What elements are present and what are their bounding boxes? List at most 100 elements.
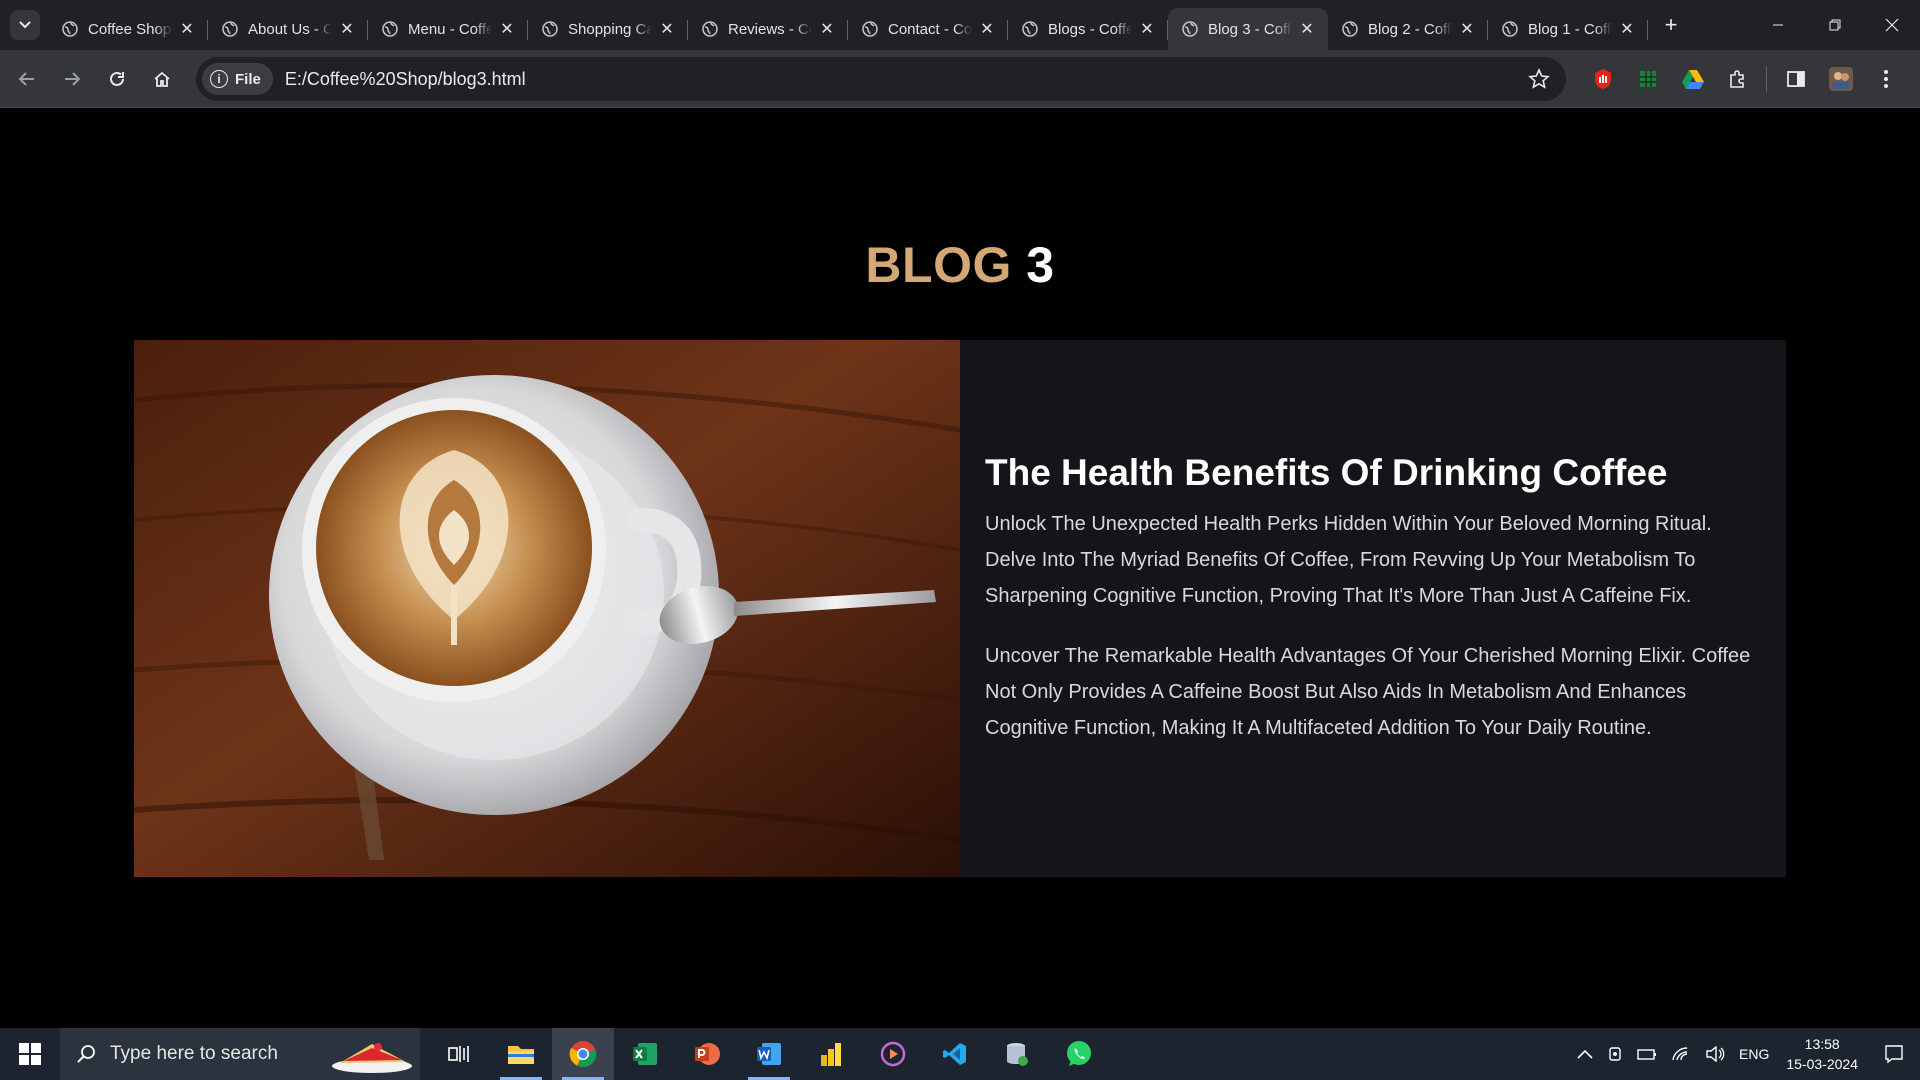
globe-icon: [382, 21, 398, 37]
sheets-extension[interactable]: [1625, 50, 1670, 108]
tab-coffee-shop[interactable]: Coffee Shop ✕: [48, 8, 208, 50]
database-app-button[interactable]: [986, 1028, 1048, 1080]
tab-shopping[interactable]: Shopping Cart ✕: [528, 8, 688, 50]
globe-icon: [1342, 21, 1358, 37]
tab-title: Blog 2 - Coffee Shop: [1368, 20, 1452, 38]
folder-icon: [508, 1046, 534, 1064]
toolbar-divider: [1766, 66, 1767, 92]
url-text[interactable]: E:/Coffee%20Shop/blog3.html: [285, 69, 526, 90]
tab-title: Coffee Shop: [88, 20, 172, 38]
tab-title: Menu - Coffee Shop: [408, 20, 492, 38]
volume-button[interactable]: [1698, 1028, 1732, 1080]
close-icon[interactable]: ✕: [178, 19, 196, 39]
tab-reviews[interactable]: Reviews - Coffee Shop ✕: [688, 8, 848, 50]
more-vertical-icon: [1883, 70, 1888, 88]
tab-about-us[interactable]: About Us - Coffee Shop ✕: [208, 8, 368, 50]
globe-icon: [1502, 21, 1518, 37]
battery-icon: [1637, 1049, 1657, 1060]
extensions-button[interactable]: [1715, 50, 1760, 108]
close-icon[interactable]: ✕: [1618, 19, 1636, 39]
clock[interactable]: 13:58 15-03-2024: [1776, 1034, 1868, 1074]
globe-icon: [1022, 21, 1038, 37]
powerpoint-button[interactable]: [676, 1028, 738, 1080]
forward-button[interactable]: [54, 61, 90, 97]
close-icon[interactable]: ✕: [818, 19, 836, 39]
close-icon[interactable]: ✕: [1458, 19, 1476, 39]
clock-date: 15-03-2024: [1786, 1056, 1858, 1072]
star-icon[interactable]: [1528, 68, 1550, 90]
tab-title: About Us - Coffee Shop: [248, 20, 332, 38]
reload-button[interactable]: [99, 61, 135, 97]
address-bar[interactable]: i File E:/Coffee%20Shop/blog3.html: [196, 57, 1566, 101]
new-tab-button[interactable]: +: [1656, 10, 1686, 40]
power-bi-icon: [821, 1043, 841, 1066]
site-info-chip[interactable]: i File: [202, 63, 273, 95]
adblock-extension[interactable]: [1580, 50, 1625, 108]
chevron-up-icon: [1577, 1049, 1593, 1059]
tab-blogs[interactable]: Blogs - Coffee Shop ✕: [1008, 8, 1168, 50]
start-button[interactable]: [0, 1028, 60, 1080]
avatar-icon: [1828, 67, 1853, 91]
arrow-right-icon: [65, 71, 81, 86]
tab-title: Reviews - Coffee Shop: [728, 20, 812, 38]
globe-icon: [862, 21, 878, 37]
whatsapp-button[interactable]: [1048, 1028, 1110, 1080]
vscode-icon: [943, 1043, 966, 1065]
wifi-icon: [1672, 1047, 1688, 1061]
minimize-icon: [1772, 24, 1783, 26]
close-icon[interactable]: ✕: [498, 19, 516, 39]
excel-button[interactable]: [614, 1028, 676, 1080]
close-icon[interactable]: ✕: [658, 19, 676, 39]
chrome-menu-button[interactable]: [1863, 50, 1908, 108]
play-icon: [880, 1041, 906, 1067]
language-indicator[interactable]: ENG: [1732, 1028, 1776, 1080]
notification-icon: [1885, 1045, 1903, 1064]
battery-button[interactable]: [1630, 1028, 1664, 1080]
close-icon[interactable]: ✕: [1298, 19, 1316, 39]
extensions-area: [1580, 50, 1908, 108]
profile-avatar[interactable]: [1818, 50, 1863, 108]
drive-extension[interactable]: [1670, 50, 1715, 108]
database-icon: [1007, 1043, 1028, 1066]
tab-contact[interactable]: Contact - Coffee Shop ✕: [848, 8, 1008, 50]
show-hidden-icons-button[interactable]: [1570, 1028, 1600, 1080]
close-icon[interactable]: ✕: [1138, 19, 1156, 39]
minimize-button[interactable]: [1749, 0, 1806, 50]
tab-list: Coffee Shop ✕ About Us - Coffee Shop ✕ M…: [48, 0, 1648, 50]
tab-blog-2[interactable]: Blog 2 - Coffee Shop ✕: [1328, 8, 1488, 50]
close-window-button[interactable]: [1863, 0, 1920, 50]
media-player-button[interactable]: [862, 1028, 924, 1080]
windows-taskbar: Type here to search ENG 13:58 15-03-2024: [0, 1028, 1920, 1080]
chrome-button[interactable]: [552, 1028, 614, 1080]
home-button[interactable]: [144, 61, 180, 97]
tab-menu[interactable]: Menu - Coffee Shop ✕: [368, 8, 528, 50]
search-placeholder: Type here to search: [110, 1043, 278, 1064]
file-explorer-button[interactable]: [490, 1028, 552, 1080]
word-button[interactable]: [738, 1028, 800, 1080]
meet-now-button[interactable]: [1600, 1028, 1630, 1080]
tab-search-button[interactable]: [10, 10, 40, 40]
taskbar-search-box[interactable]: Type here to search: [60, 1028, 420, 1080]
tab-blog-1[interactable]: Blog 1 - Coffee Shop ✕: [1488, 8, 1648, 50]
tab-blog-3[interactable]: Blog 3 - Coffee Shop ✕: [1168, 8, 1328, 50]
blog-card-body: The Health Benefits Of Drinking Coffee U…: [960, 340, 1786, 877]
close-icon[interactable]: ✕: [978, 19, 996, 39]
power-bi-button[interactable]: [800, 1028, 862, 1080]
page-title-word-1: BLOG: [865, 237, 1012, 293]
close-icon[interactable]: ✕: [338, 19, 356, 39]
spreadsheet-icon: [1639, 71, 1656, 87]
network-button[interactable]: [1664, 1028, 1698, 1080]
side-panel-button[interactable]: [1773, 50, 1818, 108]
page-title-word-2: 3: [1026, 237, 1055, 293]
restore-button[interactable]: [1806, 0, 1863, 50]
tab-title: Blog 1 - Coffee Shop: [1528, 20, 1612, 38]
blog-image: [134, 340, 960, 877]
vscode-button[interactable]: [924, 1028, 986, 1080]
back-button[interactable]: [9, 61, 45, 97]
globe-icon: [222, 21, 238, 37]
notification-center-button[interactable]: [1868, 1028, 1920, 1080]
task-view-button[interactable]: [428, 1028, 490, 1080]
search-icon: [77, 1045, 95, 1063]
chevron-down-icon: [19, 21, 31, 29]
web-page: BLOG 3 The Health Benefits Of Drinking C…: [0, 108, 1920, 1028]
